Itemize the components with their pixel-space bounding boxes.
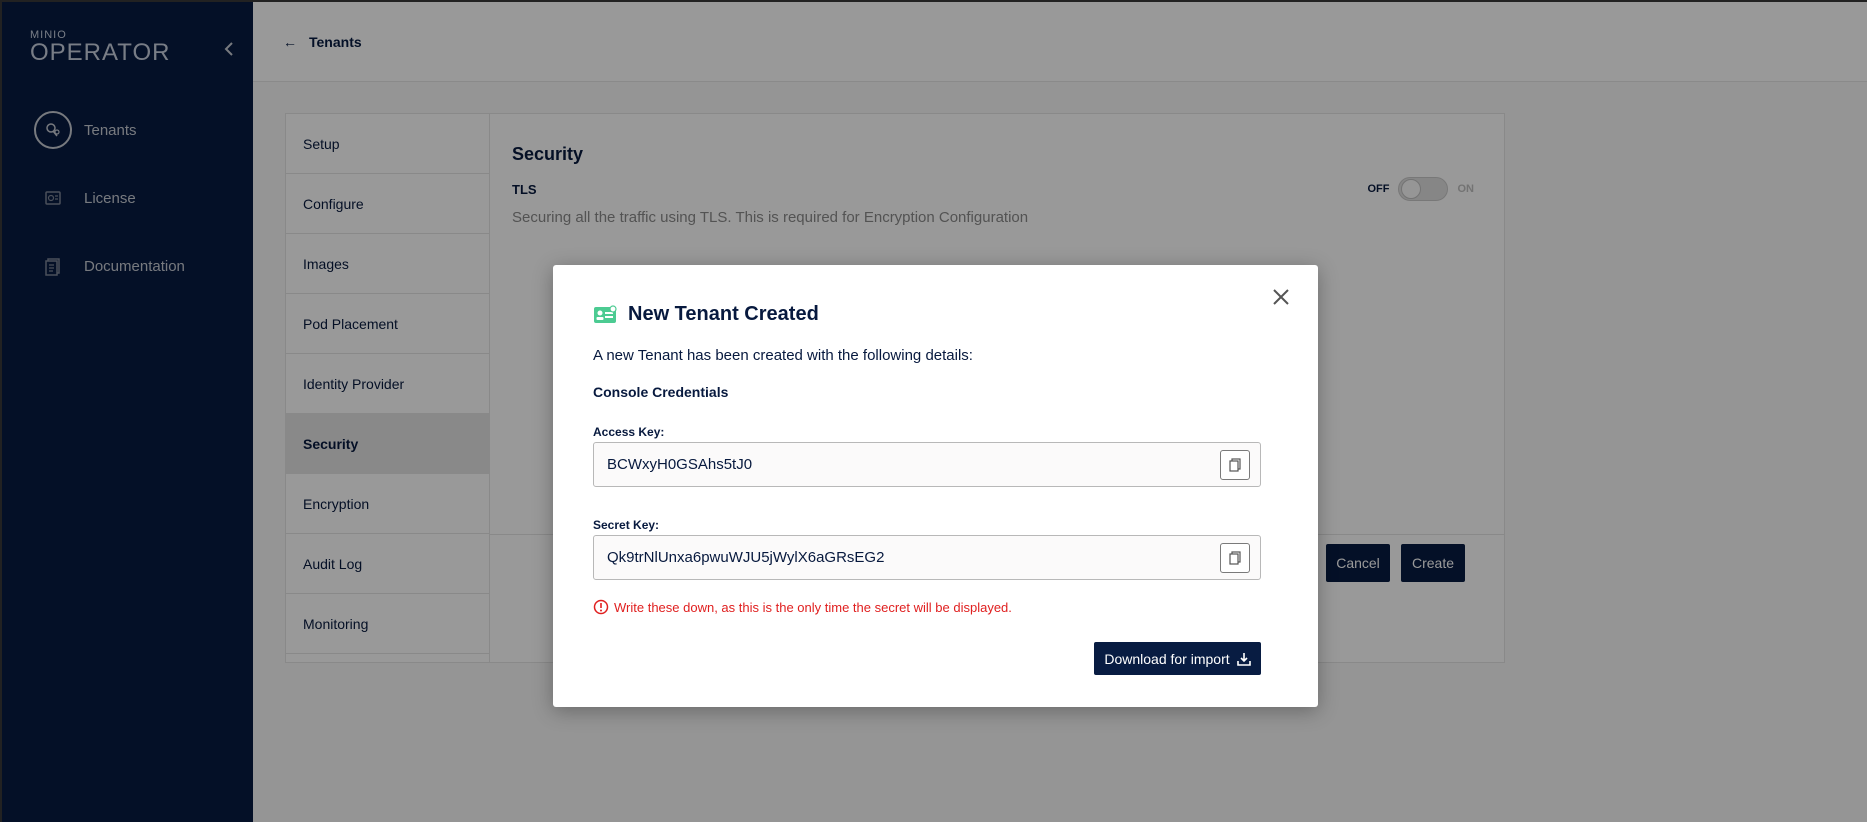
close-icon[interactable] bbox=[1269, 285, 1293, 309]
alert-circle-icon bbox=[593, 599, 609, 615]
secret-key-field[interactable]: Qk9trNlUnxa6pwuWJU5jWylX6aGRsEG2 bbox=[593, 535, 1261, 580]
download-label: Download for import bbox=[1104, 650, 1230, 667]
copy-access-key-button[interactable] bbox=[1220, 450, 1250, 480]
id-card-icon bbox=[593, 304, 617, 325]
console-credentials-heading: Console Credentials bbox=[593, 384, 729, 400]
secret-key-value: Qk9trNlUnxa6pwuWJU5jWylX6aGRsEG2 bbox=[607, 549, 885, 566]
dialog-header: New Tenant Created bbox=[593, 303, 819, 326]
dialog-title: New Tenant Created bbox=[628, 303, 819, 325]
access-key-value: BCWxyH0GSAhs5tJ0 bbox=[607, 456, 753, 473]
access-key-label: Access Key: bbox=[593, 425, 665, 439]
dialog-intro-text: A new Tenant has been created with the f… bbox=[593, 347, 973, 364]
copy-secret-key-button[interactable] bbox=[1220, 543, 1250, 573]
warning-text: Write these down, as this is the only ti… bbox=[614, 599, 1012, 615]
secret-warning: Write these down, as this is the only ti… bbox=[593, 599, 1012, 615]
access-key-field[interactable]: BCWxyH0GSAhs5tJ0 bbox=[593, 442, 1261, 487]
download-icon bbox=[1236, 652, 1251, 666]
secret-key-label: Secret Key: bbox=[593, 518, 660, 532]
new-tenant-created-dialog: New Tenant Created A new Tenant has been… bbox=[553, 265, 1318, 707]
copy-icon bbox=[1229, 458, 1241, 472]
download-for-import-button[interactable]: Download for import bbox=[1094, 642, 1261, 675]
copy-icon bbox=[1229, 551, 1241, 565]
